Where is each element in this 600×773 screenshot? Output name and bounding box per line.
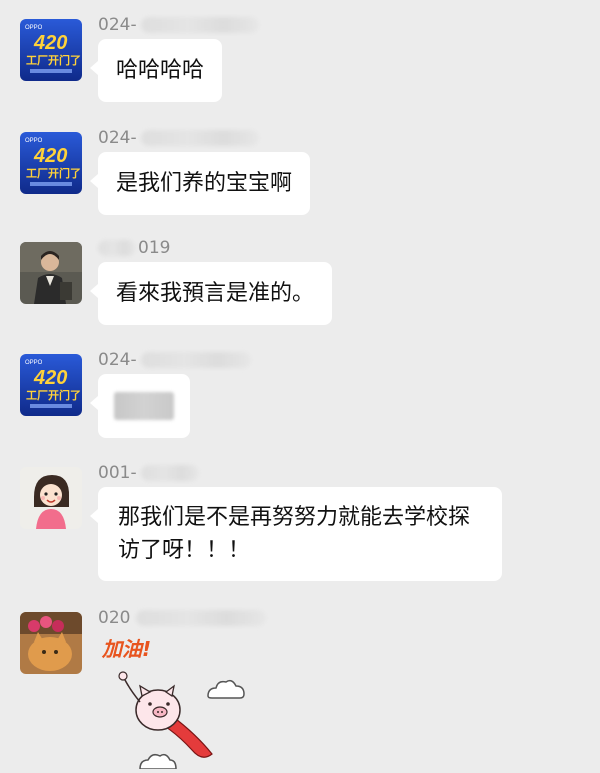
sender-name: 024-	[98, 128, 259, 148]
svg-text:420: 420	[33, 32, 67, 54]
svg-text:工厂开门了: 工厂开门了	[26, 388, 81, 402]
flying-pig-sticker: 加油!	[101, 637, 245, 770]
person-photo-avatar[interactable]	[20, 242, 82, 304]
message-text: 是我们养的宝宝啊	[116, 171, 293, 196]
sender-name: 001-	[98, 463, 199, 483]
message-bubble[interactable]: 那我们是不是再努努力就能去学校探访了呀！！！	[90, 487, 502, 581]
svg-text:工厂开门了: 工厂开门了	[26, 166, 81, 180]
message-bubble[interactable]: 是我们养的宝宝啊	[89, 152, 311, 215]
blurred-name	[140, 352, 251, 368]
svg-text:OPPO: OPPO	[25, 138, 43, 144]
blurred-message-content	[114, 392, 174, 420]
sender-name: 024-	[98, 15, 259, 35]
oppo-badge-image: OPPO 420 工厂开门了	[20, 354, 82, 416]
person-photo-image	[20, 242, 82, 304]
blurred-name	[98, 240, 136, 256]
oppo-event-avatar[interactable]: OPPO 420 工厂开门了	[20, 19, 82, 81]
sticker-text: 加油!	[101, 637, 151, 661]
svg-text:420: 420	[33, 367, 67, 389]
cartoon-girl-image	[20, 467, 82, 529]
svg-text:OPPO: OPPO	[25, 25, 43, 31]
oppo-badge-image: OPPO 420 工厂开门了	[20, 132, 82, 194]
cat-photo-image	[20, 612, 82, 674]
message-text: 哈哈哈哈	[116, 58, 205, 83]
blurred-name	[140, 465, 199, 481]
cat-photo-avatar[interactable]	[20, 612, 82, 674]
svg-text:420: 420	[33, 145, 67, 167]
message-text: 那我们是不是再努努力就能去学校探访了呀！！！	[118, 505, 471, 563]
svg-text:工厂开门了: 工厂开门了	[26, 53, 81, 67]
oppo-event-avatar[interactable]: OPPO 420 工厂开门了	[20, 354, 82, 416]
sender-name: 020	[98, 608, 267, 628]
sticker-message[interactable]: 加油!	[100, 630, 280, 770]
chat-view: OPPO 420 工厂开门了 024- 哈哈哈哈 OPPO 420 工厂开门了 …	[0, 0, 600, 770]
oppo-badge-image: OPPO 420 工厂开门了	[20, 19, 82, 81]
svg-text:OPPO: OPPO	[25, 360, 43, 366]
message-text: 看來我預言是准的。	[116, 281, 315, 306]
blurred-name	[140, 130, 259, 146]
message-bubble[interactable]: 哈哈哈哈	[89, 39, 223, 102]
blurred-name	[136, 610, 267, 626]
blurred-name	[140, 17, 259, 33]
message-bubble[interactable]	[90, 374, 190, 438]
sender-name: 024-	[98, 350, 251, 370]
cartoon-girl-avatar[interactable]	[20, 467, 82, 529]
sender-name: 019	[98, 238, 170, 258]
oppo-event-avatar[interactable]: OPPO 420 工厂开门了	[20, 132, 82, 194]
message-bubble[interactable]: 看來我預言是准的。	[89, 262, 333, 325]
